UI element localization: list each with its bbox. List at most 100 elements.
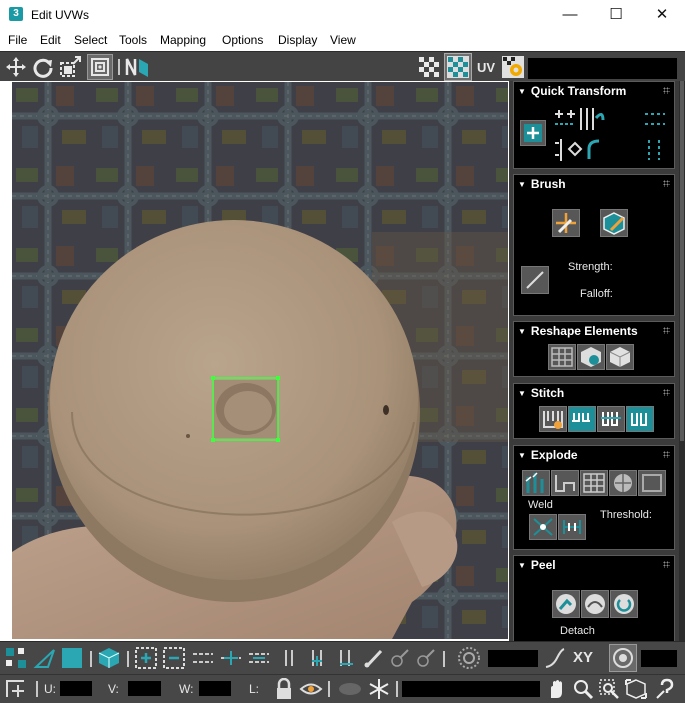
zoom-region-icon[interactable]: [597, 677, 621, 701]
falloff-field[interactable]: [488, 650, 538, 667]
minimize-button[interactable]: —: [547, 0, 593, 30]
align-vertical-icon[interactable]: [550, 136, 606, 164]
command-panel: ▼ Quick Transform ▼ Brush Strength: Fall…: [509, 81, 685, 643]
maximize-button[interactable]: ☐: [593, 0, 639, 30]
w-field[interactable]: [199, 681, 231, 696]
close-button[interactable]: ✕: [639, 0, 685, 30]
rollout-header-explode[interactable]: ▼ Explode: [518, 448, 578, 462]
scrollbar-thumb[interactable]: [680, 81, 684, 441]
rollout-header-peel[interactable]: ▼ Peel: [518, 558, 556, 572]
break-icon[interactable]: [522, 470, 550, 496]
brush-move-icon[interactable]: [552, 209, 580, 237]
freeform-icon[interactable]: [87, 54, 113, 80]
face-select-icon[interactable]: [59, 645, 85, 671]
paint-select-icon[interactable]: [362, 647, 386, 669]
paint-shrink-icon[interactable]: [414, 647, 438, 669]
ring-shrink-icon[interactable]: [334, 647, 360, 669]
stitch-custom-icon[interactable]: [539, 406, 567, 432]
vertex-select-icon[interactable]: [3, 646, 31, 670]
space-horizontal-icon[interactable]: [640, 105, 670, 133]
grow-selection-icon[interactable]: [133, 645, 159, 671]
transform-pivot-icon[interactable]: [520, 120, 546, 146]
falloff-curve-icon[interactable]: [542, 645, 568, 671]
help-icon[interactable]: [652, 677, 680, 701]
uv-toggle[interactable]: UV: [474, 56, 498, 78]
loop-shrink-icon[interactable]: [246, 647, 272, 669]
detach-edge-icon[interactable]: [551, 470, 579, 496]
stitch-target-icon[interactable]: [597, 406, 625, 432]
shrink-selection-icon[interactable]: [161, 645, 187, 671]
hide-icon[interactable]: [336, 677, 364, 701]
relax-cube-icon[interactable]: [577, 344, 605, 370]
move-icon[interactable]: [4, 55, 28, 79]
space-vertical-icon[interactable]: [640, 136, 670, 164]
menu-tools[interactable]: Tools: [119, 33, 147, 47]
eye-icon[interactable]: [298, 677, 324, 701]
v-field[interactable]: [128, 681, 161, 696]
rollout-header-quick-transform[interactable]: ▼ Quick Transform: [518, 84, 626, 98]
selection-set-field[interactable]: [402, 681, 540, 697]
grip-icon: [663, 180, 670, 187]
explode-frame-icon[interactable]: [638, 470, 666, 496]
rollout-header-reshape[interactable]: ▼ Reshape Elements: [518, 324, 638, 338]
scale-icon[interactable]: [58, 55, 84, 79]
checker-icon[interactable]: [416, 54, 442, 80]
menu-options[interactable]: Options: [222, 33, 263, 47]
menu-edit[interactable]: Edit: [40, 33, 61, 47]
element-select-icon[interactable]: [96, 645, 122, 671]
ring-grow-icon[interactable]: [306, 647, 332, 669]
quick-peel-icon[interactable]: [552, 590, 580, 618]
toolbar-separator: [396, 681, 398, 697]
bottom-toolbar: XY: [0, 641, 685, 674]
weld-target-icon[interactable]: [558, 514, 586, 540]
zoom-icon[interactable]: [571, 677, 595, 701]
xy-space-toggle[interactable]: XY: [573, 649, 593, 666]
menu-display[interactable]: Display: [278, 33, 317, 47]
falloff-settings-icon[interactable]: [609, 644, 637, 672]
align-horizontal-icon[interactable]: [550, 105, 606, 133]
uv-viewport[interactable]: [12, 82, 508, 639]
explode-grid-icon[interactable]: [580, 470, 608, 496]
rollout-quick-transform: ▼ Quick Transform: [513, 81, 675, 169]
grip-icon: [663, 451, 670, 458]
stitch-average-icon[interactable]: [626, 406, 654, 432]
settings-icon[interactable]: [500, 54, 526, 80]
rollout-title: Explode: [530, 448, 578, 462]
v-label: V:: [108, 682, 119, 696]
lock-icon[interactable]: [273, 677, 295, 701]
freeze-icon[interactable]: [366, 677, 392, 701]
soft-selection-icon[interactable]: [456, 645, 482, 671]
explode-sphere-icon[interactable]: [609, 470, 637, 496]
menu-mapping[interactable]: Mapping: [160, 33, 206, 47]
falloff-value-field[interactable]: [641, 650, 677, 667]
loop-select-icon[interactable]: [190, 647, 216, 669]
edge-select-icon[interactable]: [32, 646, 58, 670]
paint-grow-icon[interactable]: [388, 647, 412, 669]
rollout-header-brush[interactable]: ▼ Brush: [518, 177, 566, 191]
brush-relax-icon[interactable]: [600, 209, 628, 237]
menu-select[interactable]: Select: [74, 33, 107, 47]
peel-mode-icon[interactable]: [581, 590, 609, 618]
mirror-icon[interactable]: [123, 55, 151, 79]
weld-selected-icon[interactable]: [529, 514, 557, 540]
cube-icon[interactable]: [606, 344, 634, 370]
rotate-icon[interactable]: [31, 55, 55, 79]
pan-icon[interactable]: [545, 677, 569, 701]
ring-select-icon[interactable]: [278, 647, 300, 669]
straighten-icon[interactable]: [548, 344, 576, 370]
rollout-header-stitch[interactable]: ▼ Stitch: [518, 386, 564, 400]
stitch-source-icon[interactable]: [568, 406, 596, 432]
peel-reset-icon[interactable]: [610, 590, 638, 618]
grip-icon: [663, 87, 670, 94]
absolute-offset-icon[interactable]: [3, 677, 31, 701]
u-field[interactable]: [60, 681, 92, 696]
zoom-extents-icon[interactable]: [623, 677, 649, 701]
loop-grow-icon[interactable]: [218, 647, 244, 669]
uv-channel-field[interactable]: [528, 58, 677, 79]
menu-view[interactable]: View: [330, 33, 356, 47]
checker-active-icon[interactable]: [444, 53, 472, 81]
panel-scrollbar[interactable]: [679, 81, 685, 641]
menu-file[interactable]: File: [8, 33, 27, 47]
detach-label: Detach: [560, 625, 595, 637]
brush-size-icon[interactable]: [521, 266, 549, 294]
